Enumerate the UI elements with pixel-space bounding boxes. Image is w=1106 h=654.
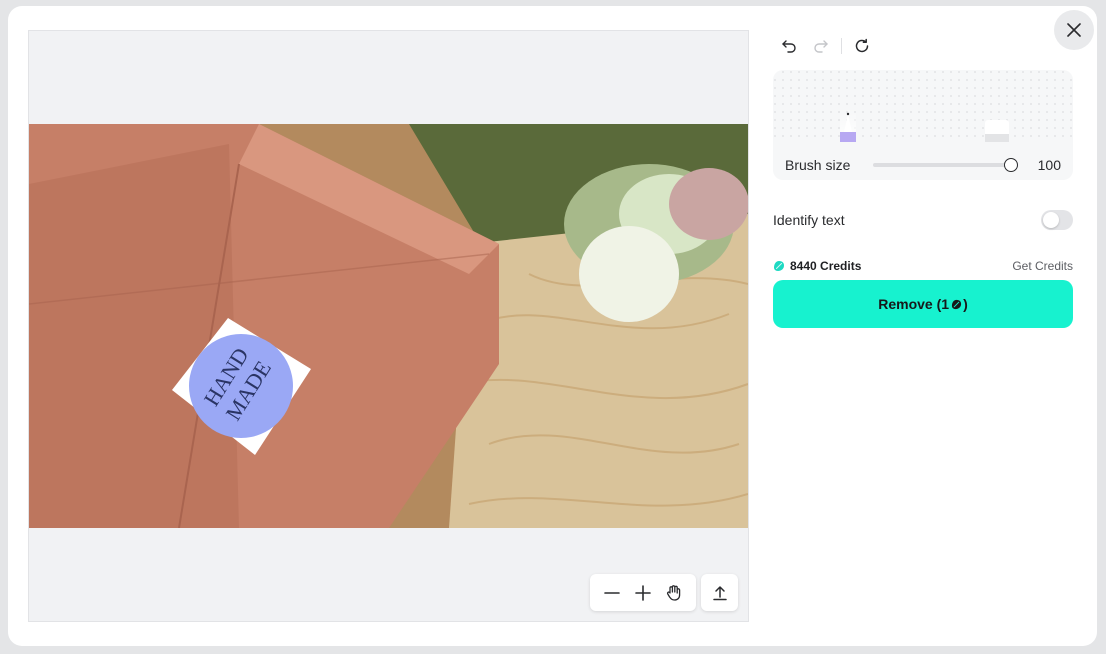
brush-card: Brush size 100 (773, 70, 1073, 180)
reset-button[interactable] (846, 30, 878, 62)
eraser-tool-icon[interactable] (985, 120, 1009, 142)
remove-button[interactable]: Remove (1 ) (773, 280, 1073, 328)
export-icon (712, 585, 727, 600)
credits-amount: 8440 Credits (790, 259, 862, 273)
credit-gem-icon (774, 261, 784, 271)
get-credits-link[interactable]: Get Credits (1012, 259, 1073, 273)
zoom-in-button[interactable] (629, 579, 657, 607)
identify-text-label: Identify text (773, 212, 845, 228)
undo-icon (782, 40, 796, 53)
remove-button-label: Remove (1 (878, 296, 950, 312)
remove-button-suffix: ) (963, 296, 968, 312)
canvas-zoom-controls (590, 574, 696, 611)
zoom-out-button[interactable] (598, 579, 626, 607)
redo-icon (814, 40, 828, 53)
history-toolbar (773, 30, 1073, 62)
identify-text-row: Identify text (773, 208, 1073, 232)
brush-preview (773, 70, 1073, 142)
toggle-knob (1043, 212, 1059, 228)
photo[interactable]: HAND MADE (29, 124, 748, 528)
redo-button[interactable] (805, 30, 837, 62)
brush-size-control: Brush size 100 (785, 154, 1061, 176)
identify-text-toggle[interactable] (1041, 210, 1073, 230)
hand-pan-icon (667, 584, 681, 601)
credit-gem-icon (951, 299, 962, 309)
export-button[interactable] (701, 574, 738, 611)
brush-size-slider-thumb[interactable] (1003, 158, 1018, 172)
credits-balance: 8440 Credits (773, 259, 861, 273)
zoom-out-icon (603, 591, 620, 594)
brush-size-label: Brush size (785, 157, 851, 173)
brush-size-value: 100 (1037, 157, 1061, 173)
pan-button[interactable] (660, 579, 688, 607)
credits-row: 8440 Credits Get Credits (773, 258, 1073, 274)
toolbar-divider (841, 38, 842, 54)
zoom-in-icon (635, 584, 651, 601)
image-canvas[interactable]: HAND MADE (28, 30, 749, 622)
brush-size-slider[interactable] (872, 158, 1018, 172)
reset-icon (855, 38, 869, 53)
undo-button[interactable] (773, 30, 805, 62)
settings-panel: Brush size 100 Identify text 8440 Credit… (773, 30, 1073, 328)
